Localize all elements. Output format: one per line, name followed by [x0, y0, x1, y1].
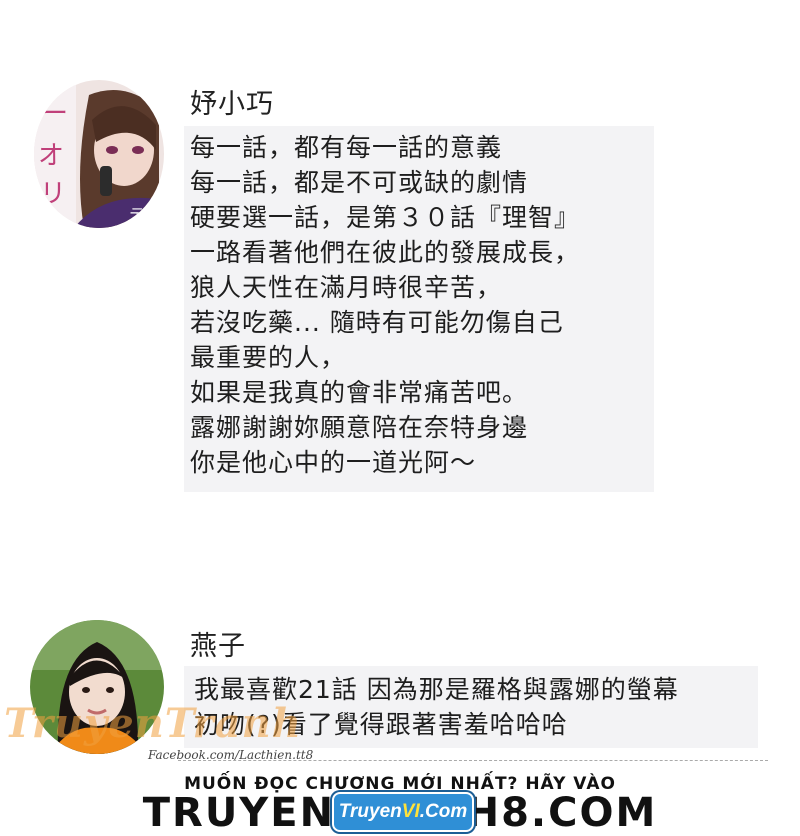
svg-text:オ: オ [38, 141, 64, 171]
svg-text:テ: テ [129, 205, 145, 224]
comment-line: 你是他心中的一道光阿～ [190, 448, 477, 477]
comment-bubble: 每一話，都有每一話的意義 每一話，都是不可或缺的劇情 硬要選一話，是第３０話『理… [184, 126, 654, 492]
manga-cover-avatar-image: ー オ リ テ [34, 80, 164, 228]
comment-line: 每一話，都有每一話的意義 [190, 133, 503, 162]
logo-suffix: .Com [419, 801, 468, 822]
logo-vi: VI [401, 801, 420, 822]
comment-line: 露娜謝謝妳願意陪在奈特身邊 [190, 413, 529, 442]
comment-line: 若沒吃藥... 隨時有可能勿傷自己 [190, 308, 564, 337]
comment-line: 每一話，都是不可或缺的劇情 [190, 168, 529, 197]
site-logo-badge[interactable]: TruyenVI.Com [332, 792, 474, 832]
comment-line: 一路看著他們在彼此的發展成長， [190, 238, 581, 267]
logo-prefix: Truyen [338, 801, 402, 822]
svg-text:リ: リ [40, 179, 66, 209]
commenter-avatar[interactable]: ー オ リ テ [34, 80, 164, 228]
watermark-brand: TruyenTranh [4, 700, 302, 747]
divider [178, 760, 768, 761]
commenter-name[interactable]: 燕子 [190, 624, 246, 663]
comment-line: 硬要選一話，是第３０話『理智』 [190, 203, 581, 232]
svg-text:ー: ー [42, 99, 68, 129]
comment-line: 狼人天性在滿月時很辛苦， [190, 273, 503, 302]
comment-line: 如果是我真的會非常痛苦吧。 [190, 378, 529, 407]
commenter-name[interactable]: 妤小巧 [190, 82, 274, 121]
comment-line: 最重要的人， [190, 343, 347, 372]
